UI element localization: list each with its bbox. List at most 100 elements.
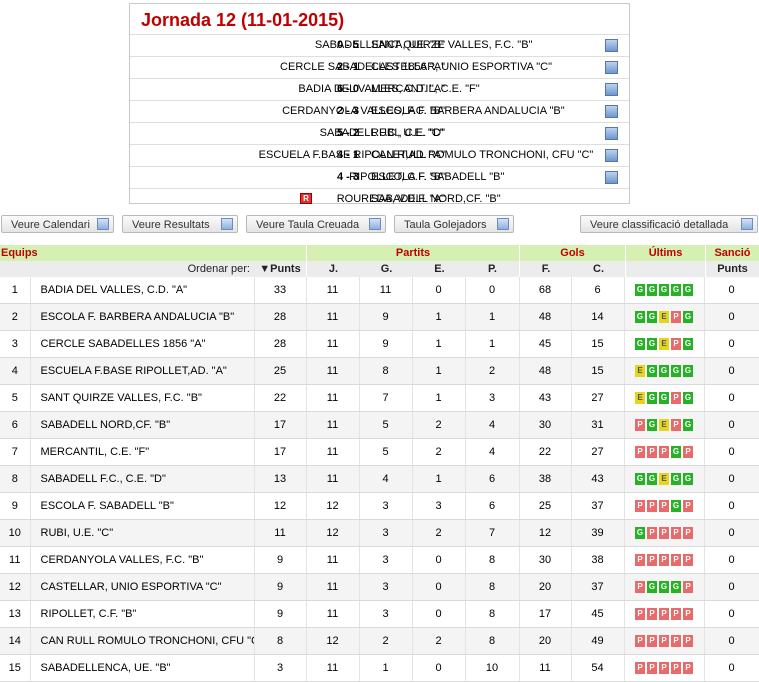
result-badge: G: [635, 284, 645, 297]
detail-icon[interactable]: [605, 127, 618, 140]
detail-icon[interactable]: [605, 149, 618, 162]
result-badge: P: [683, 662, 693, 675]
away-team[interactable]: ESCOLA F. SABADELL "B": [371, 171, 504, 183]
away-team[interactable]: ESCOLA F. BARBERA ANDALUCIA "B": [371, 105, 565, 117]
team-name-cell[interactable]: SANT QUIRZE VALLES, F.C. "B": [30, 384, 255, 412]
result-badge: P: [683, 581, 693, 594]
result-badge: P: [671, 662, 681, 675]
result-badge: P: [647, 554, 657, 567]
result-badge: P: [659, 500, 669, 513]
won-cell: 3: [359, 573, 413, 601]
sanction-cell: 0: [704, 573, 759, 601]
result-badge: G: [647, 392, 657, 405]
result-badge: G: [659, 392, 669, 405]
position-cell: 6: [0, 411, 31, 439]
detail-icon[interactable]: [605, 83, 618, 96]
played-header[interactable]: J.: [307, 261, 360, 277]
table-icon: [497, 218, 509, 230]
detailed-standings-button-label: Veure classificació detallada: [590, 219, 729, 231]
result-badge: G: [683, 365, 693, 378]
away-team[interactable]: MERCANTIL, C.E. "F": [371, 83, 480, 95]
goals-against-cell: 14: [571, 303, 625, 331]
points-cell: 28: [254, 303, 307, 331]
table-row: 14 CAN RULL ROMULO TRONCHONI, CFU "C" 8 12 2…: [0, 627, 759, 655]
team-name-cell[interactable]: SABADELL NORD,CF. "B": [30, 411, 255, 439]
sort-points-header[interactable]: ▼Punts: [254, 261, 306, 277]
standings-table: 1 BADIA DEL VALLES, C.D. "A" 33 11 11 0 0 68 6 G G…: [0, 277, 759, 682]
played-cell: 11: [306, 654, 360, 682]
team-name-cell[interactable]: ESCOLA F. SABADELL "B": [30, 492, 255, 520]
lost-cell: 0: [465, 277, 520, 304]
team-name-cell[interactable]: CERCLE SABADELLES 1856 "A": [30, 330, 255, 358]
detail-icon[interactable]: [605, 171, 618, 184]
last-results-cell: GGEGG: [624, 465, 705, 493]
position-cell: 11: [0, 546, 31, 574]
result-badge: G: [671, 473, 681, 486]
scorers-button[interactable]: Taula Golejadors: [394, 215, 514, 233]
lost-cell: 8: [465, 627, 520, 655]
drawn-header[interactable]: E.: [413, 261, 466, 277]
away-team[interactable]: CAN RULL ROMULO TRONCHONI, CFU "C": [371, 149, 593, 161]
lost-cell: 2: [465, 357, 520, 385]
drawn-cell: 1: [412, 384, 466, 412]
result-badge: P: [647, 527, 657, 540]
last-results-cell: PGGGP: [624, 573, 705, 601]
sanction-cell: 0: [704, 357, 759, 385]
lost-cell: 3: [465, 384, 520, 412]
results-button[interactable]: Veure Resultats: [122, 215, 238, 233]
detail-icon[interactable]: [605, 61, 618, 74]
points-cell: 17: [254, 411, 307, 439]
result-badge: G: [671, 284, 681, 297]
team-name-cell[interactable]: RUBI, U.E. "C": [30, 519, 255, 547]
position-cell: 10: [0, 519, 31, 547]
team-name-cell[interactable]: SABADELL F.C., C.E. "D": [30, 465, 255, 493]
away-team[interactable]: RUBI, U.E. "C": [371, 127, 444, 139]
goals-for-cell: 43: [519, 384, 572, 412]
last-results-cell: EGGGG: [624, 357, 705, 385]
match-list: SABADELLENCA, UE. "B" 0 - 5 SANT QUIRZE VA…: [130, 34, 629, 210]
away-team[interactable]: SANT QUIRZE VALLES, F.C. "B": [371, 39, 532, 51]
team-name-cell[interactable]: CAN RULL ROMULO TRONCHONI, CFU "C": [30, 627, 255, 655]
team-name-cell[interactable]: RIPOLLET, C.F. "B": [30, 600, 255, 628]
detail-icon[interactable]: [605, 105, 618, 118]
calendar-button[interactable]: Veure Calendari: [1, 215, 114, 233]
match-score: 4 - 1: [336, 149, 359, 161]
goals-for-header[interactable]: F.: [520, 261, 572, 277]
goals-for-cell: 48: [519, 303, 572, 331]
sanction-cell: 0: [704, 411, 759, 439]
lost-header[interactable]: P.: [466, 261, 519, 277]
result-badge: P: [647, 500, 657, 513]
detail-icon[interactable]: [605, 39, 618, 52]
away-team[interactable]: CASTELLAR, UNIO ESPORTIVA "C": [371, 61, 552, 73]
goals-against-header[interactable]: C.: [572, 261, 625, 277]
team-name-cell[interactable]: ESCOLA F. BARBERA ANDALUCIA "B": [30, 303, 255, 331]
lost-cell: 4: [465, 411, 520, 439]
position-cell: 13: [0, 600, 31, 628]
result-badge: G: [647, 311, 657, 324]
drawn-cell: 2: [412, 411, 466, 439]
match-row: SABADELL F.C., C.E. "D" 5 - 2 RUBI, U.E. "…: [130, 122, 629, 144]
goals-against-cell: 27: [571, 438, 625, 466]
lost-cell: 7: [465, 519, 520, 547]
team-name-cell[interactable]: MERCANTIL, C.E. "F": [30, 438, 255, 466]
away-team[interactable]: SABADELL NORD,CF. "B": [371, 193, 501, 205]
detailed-standings-button[interactable]: Veure classificació detallada: [580, 215, 758, 233]
played-cell: 11: [306, 330, 360, 358]
points-cell: 22: [254, 384, 307, 412]
team-name-cell[interactable]: SABADELLENCA, UE. "B": [30, 654, 255, 682]
result-badge: P: [683, 608, 693, 621]
cross-table-button[interactable]: Veure Taula Creuada: [246, 215, 386, 233]
result-badge: G: [671, 581, 681, 594]
result-badge: G: [647, 473, 657, 486]
won-header[interactable]: G.: [360, 261, 413, 277]
team-name-cell[interactable]: BADIA DEL VALLES, C.D. "A": [30, 277, 255, 304]
result-badge: P: [659, 527, 669, 540]
points-cell: 3: [254, 654, 307, 682]
goals-against-cell: 37: [571, 573, 625, 601]
result-badge: P: [683, 635, 693, 648]
match-score: 6 - 0: [336, 83, 359, 95]
team-name-cell[interactable]: CASTELLAR, UNIO ESPORTIVA "C": [30, 573, 255, 601]
team-name-cell[interactable]: ESCUELA F.BASE RIPOLLET,AD. "A": [30, 357, 255, 385]
team-name-cell[interactable]: CERDANYOLA VALLES, F.C. "B": [30, 546, 255, 574]
result-badge: P: [659, 554, 669, 567]
